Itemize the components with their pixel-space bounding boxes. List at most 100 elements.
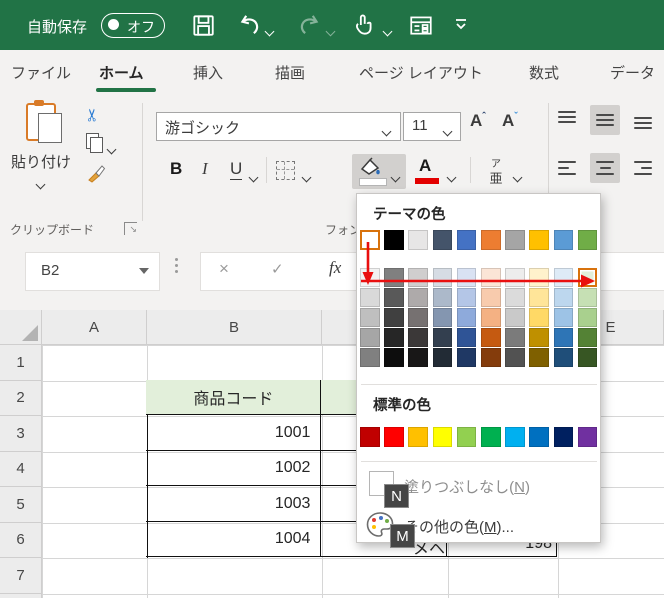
variant-swatch[interactable] <box>432 268 453 287</box>
variant-swatch[interactable] <box>505 288 525 307</box>
standard-color-swatch[interactable] <box>505 427 525 447</box>
cell-b3[interactable]: 1001 <box>146 415 322 451</box>
theme-color-swatch[interactable] <box>577 230 598 250</box>
variant-swatch[interactable] <box>408 308 428 327</box>
tab-insert[interactable]: 挿入 <box>193 62 223 83</box>
variant-swatch[interactable] <box>408 348 428 367</box>
variant-swatch[interactable] <box>360 328 380 347</box>
variant-swatch[interactable] <box>360 348 380 367</box>
theme-color-swatch[interactable] <box>432 230 453 250</box>
theme-color-swatch[interactable] <box>481 230 501 250</box>
underline-button[interactable]: U <box>230 159 243 180</box>
increase-font-size-button[interactable]: Aˆ <box>470 111 486 131</box>
align-right-button[interactable] <box>628 153 658 183</box>
variant-swatch[interactable] <box>456 348 477 367</box>
customize-toolbar-icon[interactable] <box>452 14 470 39</box>
align-center-button[interactable] <box>590 153 620 183</box>
enter-icon[interactable]: ✓ <box>271 260 284 278</box>
variant-swatch[interactable] <box>553 288 574 307</box>
variant-swatch[interactable] <box>384 308 404 327</box>
theme-color-swatch[interactable] <box>456 230 477 250</box>
variant-swatch[interactable] <box>384 328 404 347</box>
font-name-dropdown-icon[interactable] <box>381 122 392 140</box>
variant-swatch[interactable] <box>481 268 501 287</box>
standard-color-swatch[interactable] <box>432 427 453 447</box>
bold-button[interactable]: B <box>170 159 182 179</box>
undo-icon[interactable] <box>237 12 263 38</box>
variant-swatch[interactable] <box>553 268 574 287</box>
touch-mode-icon[interactable] <box>350 12 376 38</box>
variant-swatch[interactable] <box>432 348 453 367</box>
standard-color-swatch[interactable] <box>481 427 501 447</box>
standard-color-swatch[interactable] <box>360 427 380 447</box>
select-all-corner[interactable] <box>0 310 42 345</box>
variant-swatch[interactable] <box>577 268 598 287</box>
align-top-button[interactable] <box>552 105 582 135</box>
variant-swatch[interactable] <box>529 348 549 367</box>
tab-page-layout[interactable]: ページ レイアウト <box>359 62 483 83</box>
variant-swatch[interactable] <box>456 308 477 327</box>
variant-swatch[interactable] <box>505 268 525 287</box>
decrease-font-size-button[interactable]: Aˇ <box>502 111 518 131</box>
variant-swatch[interactable] <box>553 308 574 327</box>
cell-b4[interactable]: 1002 <box>146 450 322 487</box>
row-header-7[interactable]: 7 <box>0 558 42 594</box>
variant-swatch[interactable] <box>505 348 525 367</box>
standard-color-swatch[interactable] <box>384 427 404 447</box>
variant-swatch[interactable] <box>577 328 598 347</box>
cut-icon[interactable]: ✂ <box>83 108 103 122</box>
variant-swatch[interactable] <box>577 288 598 307</box>
paste-button[interactable]: 貼り付け <box>10 100 72 193</box>
theme-color-swatch[interactable] <box>360 230 380 250</box>
italic-button[interactable]: I <box>202 159 208 179</box>
cell-b6[interactable]: 1004 <box>146 521 322 558</box>
variant-swatch[interactable] <box>481 348 501 367</box>
borders-dropdown-icon[interactable] <box>301 168 312 186</box>
variant-swatch[interactable] <box>432 308 453 327</box>
variant-swatch[interactable] <box>360 268 380 287</box>
variant-swatch[interactable] <box>529 308 549 327</box>
row-header-3[interactable]: 3 <box>0 416 42 452</box>
name-box-dropdown-icon[interactable] <box>139 268 149 274</box>
variant-swatch[interactable] <box>408 268 428 287</box>
variant-swatch[interactable] <box>505 308 525 327</box>
font-color-button[interactable]: A <box>419 156 431 176</box>
font-name-combo[interactable]: 游ゴシック <box>156 112 401 141</box>
theme-color-swatch[interactable] <box>505 230 525 250</box>
tab-data[interactable]: データ <box>610 62 655 83</box>
paste-dropdown-icon[interactable] <box>35 175 46 193</box>
column-header-B[interactable]: B <box>147 310 322 345</box>
variant-swatch[interactable] <box>456 288 477 307</box>
autosave-toggle[interactable]: オフ <box>101 13 165 38</box>
variant-swatch[interactable] <box>408 328 428 347</box>
row-header-5[interactable]: 5 <box>0 487 42 523</box>
align-middle-button[interactable] <box>590 105 620 135</box>
standard-color-swatch[interactable] <box>408 427 428 447</box>
variant-swatch[interactable] <box>577 348 598 367</box>
row-header-6[interactable]: 6 <box>0 522 42 558</box>
row-header-2[interactable]: 2 <box>0 380 42 416</box>
variant-swatch[interactable] <box>481 308 501 327</box>
redo-dropdown-icon[interactable] <box>325 22 336 40</box>
undo-dropdown-icon[interactable] <box>264 22 275 40</box>
name-box[interactable]: B2 <box>25 252 160 291</box>
standard-color-swatch[interactable] <box>553 427 574 447</box>
standard-color-swatch[interactable] <box>529 427 549 447</box>
variant-swatch[interactable] <box>360 308 380 327</box>
theme-color-swatch[interactable] <box>408 230 428 250</box>
standard-color-swatch[interactable] <box>577 427 598 447</box>
save-icon[interactable] <box>190 12 216 38</box>
tab-draw[interactable]: 描画 <box>275 62 305 83</box>
tab-home[interactable]: ホーム <box>99 62 144 83</box>
standard-color-swatch[interactable] <box>456 427 477 447</box>
row-header-1[interactable]: 1 <box>0 345 42 381</box>
theme-color-swatch[interactable] <box>553 230 574 250</box>
layout-icon[interactable] <box>408 12 434 38</box>
copy-dropdown-icon[interactable] <box>106 140 117 158</box>
variant-swatch[interactable] <box>432 328 453 347</box>
underline-dropdown-icon[interactable] <box>248 168 259 186</box>
fill-color-dropdown-icon[interactable] <box>390 168 401 186</box>
formula-bar-resize-handle[interactable] <box>175 258 179 273</box>
row-header-4[interactable]: 4 <box>0 451 42 487</box>
cell-b2-product-code-header[interactable]: 商品コード <box>146 379 322 416</box>
